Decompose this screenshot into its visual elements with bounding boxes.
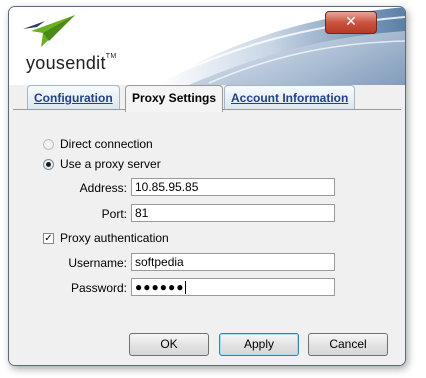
port-input[interactable]: 81	[131, 204, 335, 222]
brand-trademark: TM	[105, 53, 117, 60]
address-input[interactable]: 10.85.95.85	[131, 178, 335, 196]
brand-header: yousenditTM ✕	[9, 7, 405, 85]
username-input[interactable]: softpedia	[131, 253, 335, 271]
proxy-auth-option[interactable]: ✓ Proxy authentication	[43, 231, 169, 245]
direct-connection-option[interactable]: Direct connection	[43, 137, 153, 151]
address-label: Address:	[79, 181, 127, 195]
cancel-button[interactable]: Cancel	[308, 333, 388, 356]
password-input[interactable]: ●●●●●●	[131, 278, 335, 296]
proxy-auth-checkbox[interactable]: ✓	[43, 232, 54, 244]
tab-bar: Configuration Proxy Settings Account Inf…	[9, 85, 405, 119]
direct-connection-radio[interactable]	[43, 138, 54, 150]
use-proxy-label: Use a proxy server	[60, 157, 161, 171]
tab-account-information[interactable]: Account Information	[224, 85, 356, 110]
tab-label: Proxy Settings	[132, 91, 217, 105]
password-label: Password:	[70, 281, 127, 295]
apply-button[interactable]: Apply	[219, 333, 299, 356]
ok-button[interactable]: OK	[129, 333, 209, 356]
port-label: Port:	[101, 207, 127, 221]
text-caret	[184, 281, 186, 295]
close-button[interactable]: ✕	[325, 11, 377, 34]
use-proxy-option[interactable]: Use a proxy server	[43, 157, 161, 171]
username-label: Username:	[68, 256, 127, 270]
tab-label: Account Information	[231, 91, 349, 105]
tab-configuration[interactable]: Configuration	[27, 85, 120, 110]
proxy-auth-label: Proxy authentication	[60, 231, 169, 245]
brand-text: yousendit	[26, 53, 106, 73]
brand-name: yousenditTM	[26, 53, 116, 74]
yousendit-logo-icon	[23, 15, 75, 47]
proxy-settings-panel: Direct connection Use a proxy server Add…	[9, 119, 405, 365]
use-proxy-radio[interactable]	[43, 158, 54, 170]
dialog-window: yousenditTM ✕ Configuration Proxy Settin…	[8, 6, 406, 366]
tab-label: Configuration	[34, 91, 113, 105]
tab-proxy-settings[interactable]: Proxy Settings	[125, 85, 224, 112]
password-mask: ●●●●●●	[135, 280, 185, 294]
close-icon: ✕	[345, 13, 357, 29]
direct-connection-label: Direct connection	[60, 137, 153, 151]
